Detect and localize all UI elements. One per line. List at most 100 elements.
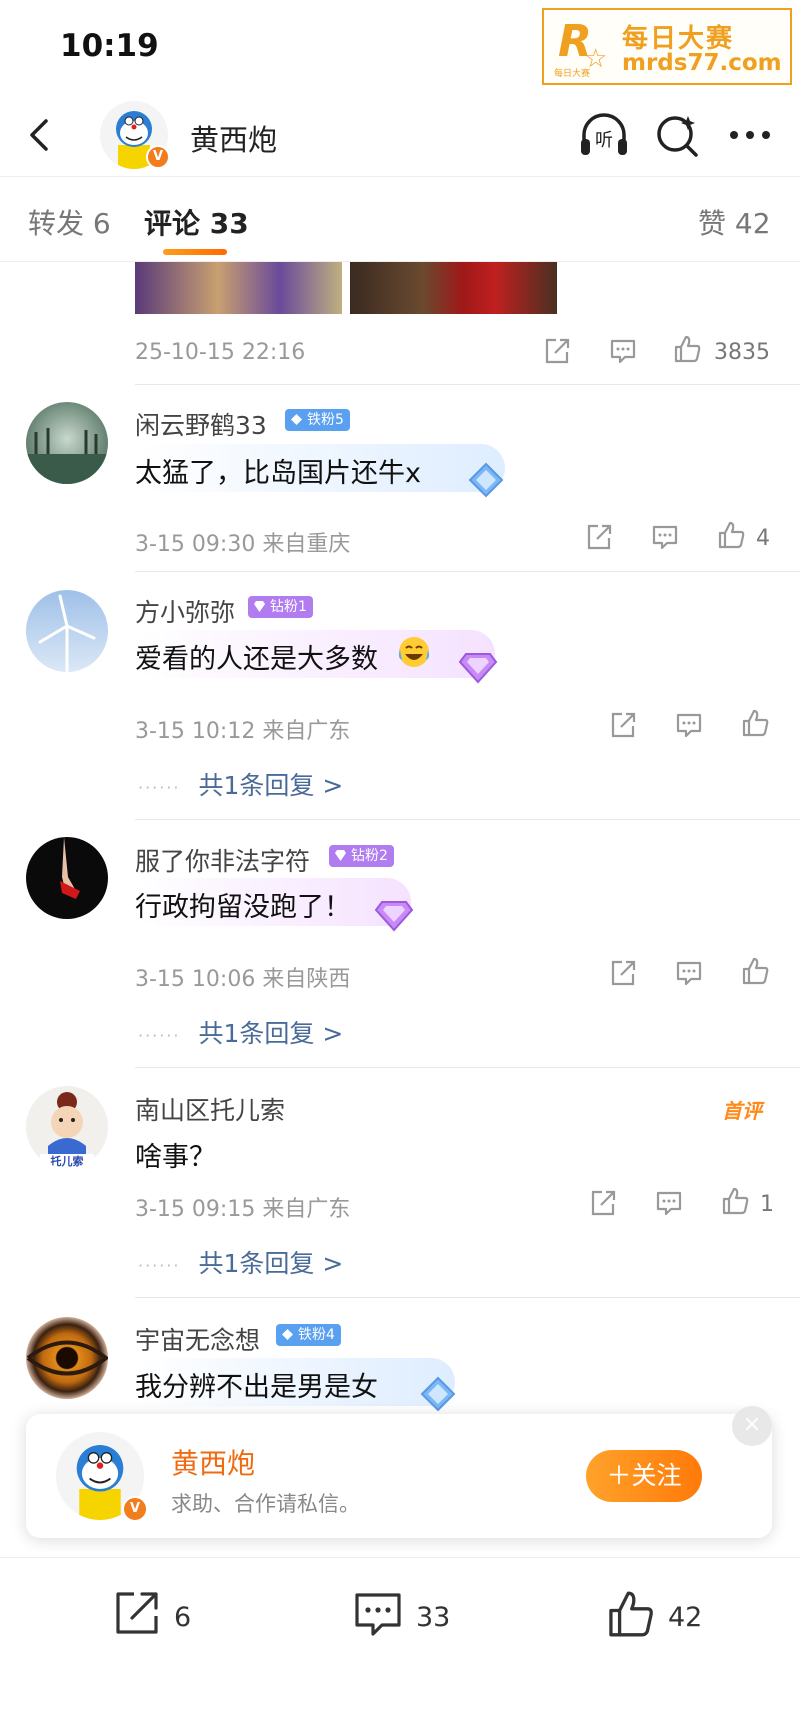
post-image-2[interactable] bbox=[350, 262, 557, 314]
tab-comments[interactable]: 评论 33 bbox=[144, 202, 249, 242]
comment-text: 爱看的人还是大多数 bbox=[135, 644, 378, 675]
reply-button[interactable] bbox=[674, 958, 704, 990]
more-dots-icon bbox=[730, 131, 770, 139]
watermark-small-text: 每日大赛 bbox=[554, 69, 591, 79]
fan-badge-label: 铁粉5 bbox=[307, 412, 344, 428]
share-icon bbox=[591, 1190, 616, 1216]
back-button[interactable] bbox=[20, 115, 60, 155]
share-button[interactable] bbox=[608, 958, 638, 990]
thumbs-up-icon bbox=[742, 709, 769, 737]
reply-button[interactable] bbox=[608, 336, 638, 368]
diamond-gem-icon bbox=[291, 414, 302, 425]
divider bbox=[135, 1297, 800, 1298]
comment-text: 啥事？ bbox=[135, 1142, 216, 1173]
dots-icon: ······ bbox=[138, 1025, 181, 1045]
wind-turbine-avatar-icon bbox=[38, 594, 96, 672]
popup-user-name[interactable]: 黄西炮 bbox=[171, 1442, 255, 1482]
diamond-gem-icon bbox=[335, 850, 346, 861]
eye-avatar-icon bbox=[26, 1340, 108, 1376]
comment-time: 3-15 10:06 来自陕西 bbox=[135, 967, 351, 992]
watermark-url: mrds77.com bbox=[622, 50, 782, 76]
back-arrow-icon bbox=[30, 119, 48, 151]
status-bar: 10:19 R ☆ 每日大赛 每日大赛 mrds77.com bbox=[0, 0, 800, 90]
bottom-comment-button[interactable]: 33 bbox=[352, 1588, 462, 1648]
avatar[interactable] bbox=[26, 402, 108, 484]
landscape-avatar-icon bbox=[26, 428, 108, 484]
view-replies-link[interactable]: ······ 共1条回复 > bbox=[138, 1244, 343, 1280]
tab-bar: 转发 6 评论 33 赞 42 bbox=[0, 178, 800, 262]
fan-badge[interactable]: 钻粉1 bbox=[248, 596, 313, 618]
dots-icon: ······ bbox=[138, 1255, 181, 1275]
bottom-like-button[interactable]: 42 bbox=[604, 1588, 704, 1648]
post-image-1[interactable] bbox=[135, 262, 342, 314]
verified-badge-icon: V bbox=[146, 145, 170, 169]
bottom-repost-button[interactable]: 6 bbox=[112, 1588, 202, 1648]
tab-likes[interactable]: 赞 42 bbox=[698, 202, 771, 242]
comment-time: 3-15 09:30 来自重庆 bbox=[135, 532, 351, 557]
top-nav: V 黄西炮 听 bbox=[0, 95, 800, 177]
reply-button[interactable] bbox=[674, 710, 704, 742]
comment-user-name[interactable]: 宇宙无念想 bbox=[135, 1321, 260, 1357]
like-button[interactable] bbox=[672, 334, 702, 366]
avatar[interactable] bbox=[26, 1317, 108, 1399]
active-tab-indicator bbox=[163, 249, 227, 255]
comment-user-name[interactable]: 闲云野鹤33 bbox=[135, 406, 267, 442]
comment-icon bbox=[676, 713, 702, 738]
repost-count: 6 bbox=[174, 1602, 192, 1633]
dots-icon: ······ bbox=[138, 777, 181, 797]
like-button[interactable] bbox=[740, 708, 770, 740]
red-heel-avatar-icon bbox=[60, 837, 80, 899]
listen-button[interactable]: 听 bbox=[578, 111, 630, 159]
svg-text:托儿索: 托儿索 bbox=[51, 1154, 84, 1168]
more-button[interactable] bbox=[726, 123, 774, 147]
share-icon bbox=[611, 960, 636, 986]
fan-badge[interactable]: 铁粉4 bbox=[276, 1324, 341, 1346]
avatar[interactable] bbox=[26, 590, 108, 672]
view-replies-link[interactable]: ······ 共1条回复 > bbox=[138, 1014, 343, 1050]
thumbs-up-icon bbox=[722, 1187, 749, 1215]
like-count: 3835 bbox=[714, 340, 770, 365]
share-icon bbox=[545, 338, 570, 364]
avatar[interactable]: 托儿索 bbox=[26, 1086, 108, 1168]
fan-badge[interactable]: 铁粉5 bbox=[285, 409, 350, 431]
comment-time: 3-15 10:12 来自广东 bbox=[135, 719, 351, 744]
comment-text: 太猛了，比岛国片还牛x bbox=[135, 458, 421, 489]
avatar[interactable] bbox=[26, 837, 108, 919]
share-button[interactable] bbox=[584, 522, 614, 554]
divider bbox=[135, 1067, 800, 1068]
status-time: 10:19 bbox=[60, 28, 159, 64]
like-button[interactable] bbox=[716, 520, 746, 552]
view-replies-link[interactable]: ······ 共1条回复 > bbox=[138, 766, 343, 802]
first-comment-tag: 首评 bbox=[722, 1099, 762, 1123]
reply-button[interactable] bbox=[650, 522, 680, 554]
fan-badge[interactable]: 钻粉2 bbox=[329, 845, 394, 867]
like-count: 42 bbox=[668, 1602, 703, 1633]
like-button[interactable] bbox=[740, 956, 770, 988]
tab-repost[interactable]: 转发 6 bbox=[28, 202, 111, 242]
share-button[interactable] bbox=[588, 1188, 618, 1220]
comment-user-name[interactable]: 南山区托儿索 bbox=[135, 1091, 285, 1127]
divider bbox=[135, 384, 800, 385]
follow-button[interactable]: ＋关注 bbox=[586, 1450, 702, 1502]
comment-icon bbox=[676, 961, 702, 986]
thumbs-up-icon bbox=[742, 957, 769, 985]
comment-user-name[interactable]: 方小弥弥 bbox=[135, 593, 235, 629]
share-button[interactable] bbox=[608, 710, 638, 742]
like-count: 4 bbox=[756, 526, 770, 551]
purple-gem-icon bbox=[458, 653, 498, 684]
share-button[interactable] bbox=[542, 336, 572, 368]
like-count: 1 bbox=[760, 1192, 774, 1217]
watermark-logo: R ☆ 每日大赛 每日大赛 mrds77.com bbox=[542, 8, 792, 85]
close-icon[interactable]: × bbox=[732, 1406, 772, 1446]
nav-user-name[interactable]: 黄西炮 bbox=[190, 117, 277, 159]
reply-button[interactable] bbox=[654, 1188, 684, 1220]
comment-icon bbox=[610, 339, 636, 364]
like-button[interactable] bbox=[720, 1186, 750, 1218]
svg-text:听: 听 bbox=[595, 130, 613, 151]
post-time: 25-10-15 22:16 bbox=[135, 340, 306, 365]
search-button[interactable] bbox=[654, 113, 702, 159]
comment-user-name[interactable]: 服了你非法字符 bbox=[135, 842, 310, 878]
follow-suggestion-card: V 黄西炮 求助、合作请私信。 ＋关注 × bbox=[26, 1406, 772, 1538]
comment-icon bbox=[355, 1593, 401, 1636]
headphone-icon: 听 bbox=[581, 113, 627, 155]
